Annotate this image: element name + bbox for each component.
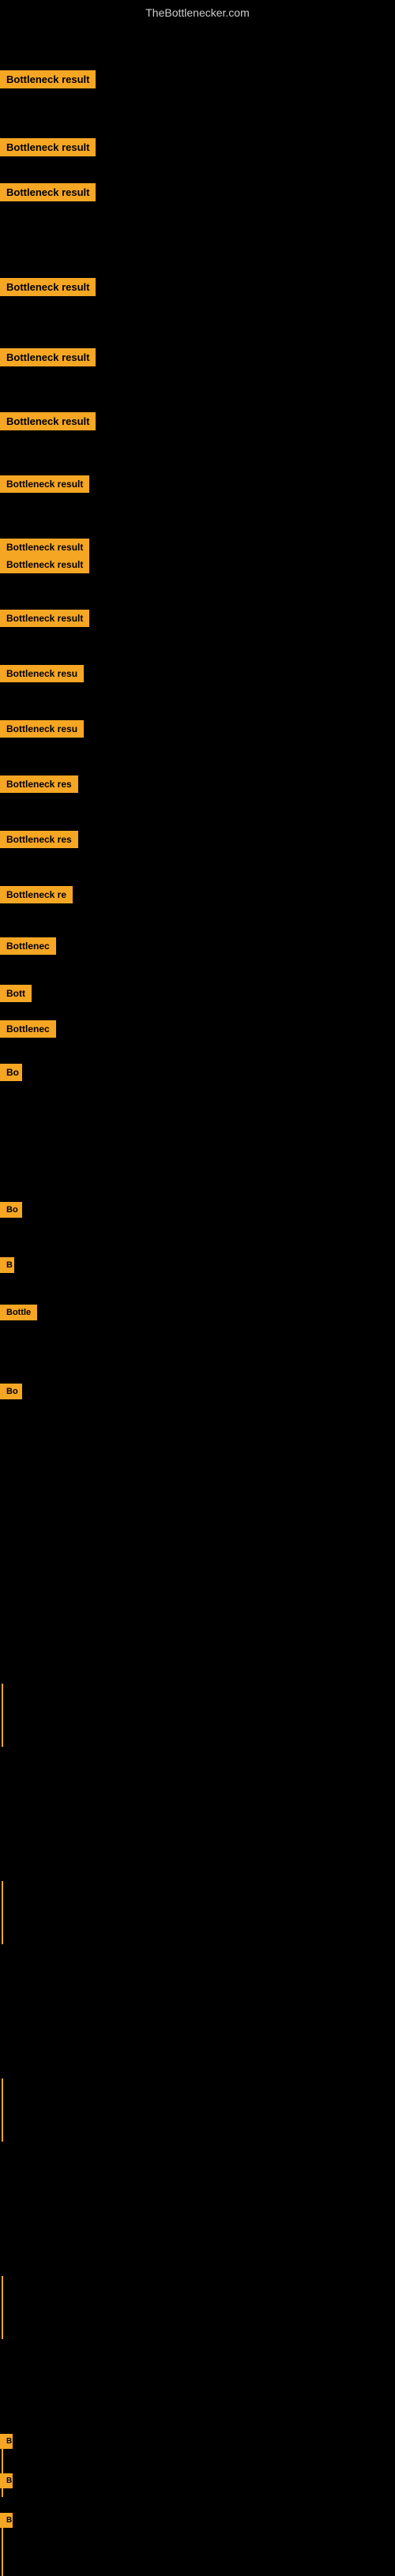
bottleneck-result-label: Bottleneck result [0,412,96,430]
vertical-line [2,1684,3,1747]
vertical-line [2,1881,3,1944]
bottleneck-result-label: Bottlenec [0,1020,56,1038]
bottleneck-result-label: Bottleneck result [0,70,96,88]
site-title: TheBottlenecker.com [0,0,395,25]
bottleneck-result-label: Bottleneck result [0,138,96,156]
bottleneck-result-label: Bo [0,1064,22,1081]
bottleneck-result-label: B [0,1257,14,1273]
bottleneck-result-label-small: B [0,2434,13,2449]
bottleneck-result-label: Bottleneck res [0,775,78,793]
bottleneck-result-label: Bottleneck res [0,831,78,848]
bottleneck-result-label: Bottle [0,1305,37,1320]
bottleneck-result-label-small: B [0,2513,13,2528]
bottleneck-result-label: Bottleneck result [0,348,96,366]
bottleneck-result-label: Bottleneck re [0,886,73,903]
vertical-line [2,2078,3,2142]
bottleneck-result-label: Bo [0,1202,22,1218]
bottleneck-result-label: Bottleneck result [0,475,89,493]
bottleneck-result-label: Bottleneck resu [0,665,84,682]
bottleneck-result-label: Bott [0,985,32,1002]
bottleneck-result-label: Bottlenec [0,937,56,955]
bottleneck-result-label: Bottleneck result [0,610,89,627]
bottleneck-result-label-small: B [0,2473,13,2488]
bottleneck-result-label: Bottleneck result [0,539,89,556]
bottleneck-result-label: Bo [0,1384,22,1399]
bottleneck-result-label: Bottleneck result [0,183,96,201]
bottleneck-result-label: Bottleneck result [0,556,89,573]
vertical-line [2,2276,3,2339]
bottleneck-result-label: Bottleneck resu [0,720,84,738]
bottleneck-result-label: Bottleneck result [0,278,96,296]
